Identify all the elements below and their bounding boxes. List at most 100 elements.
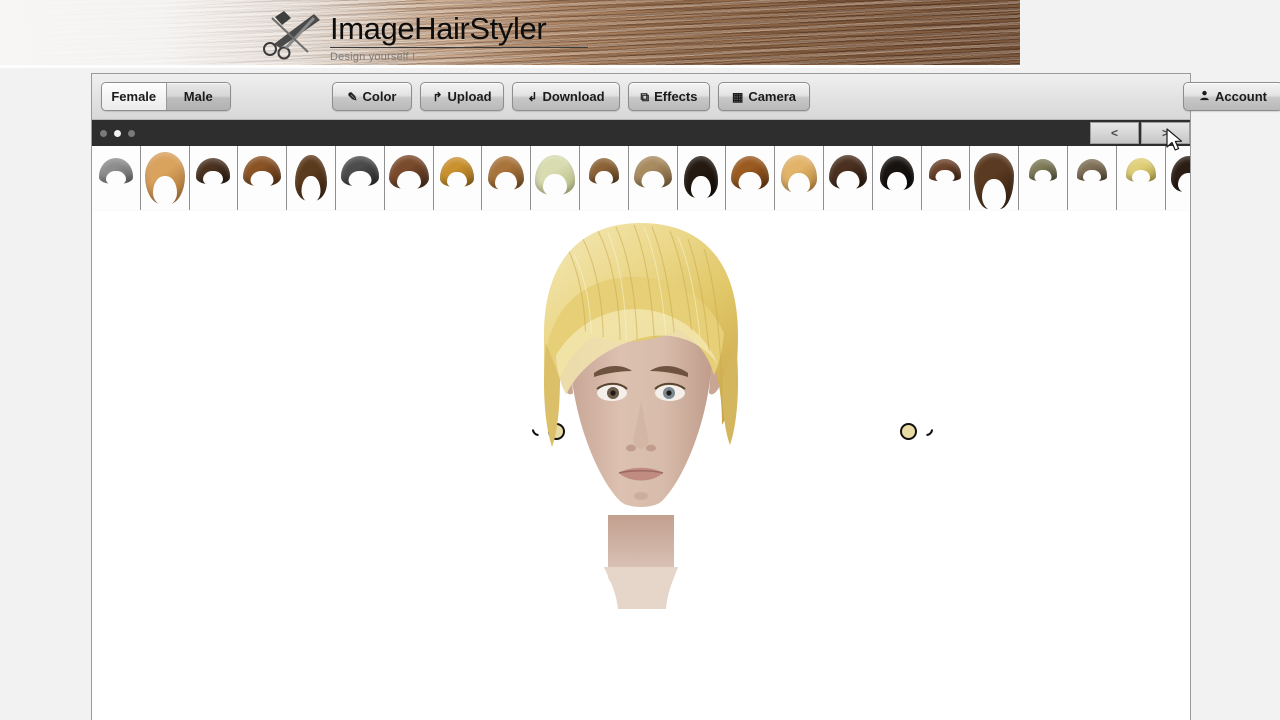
page-dot-3[interactable] xyxy=(128,129,135,137)
hairstyle-icon xyxy=(488,156,525,192)
hairstyle-face-cutout xyxy=(1082,170,1101,183)
hairstyle-icon xyxy=(295,155,328,203)
hairstyle-thumbnail[interactable] xyxy=(1164,146,1190,210)
hairstyle-icon xyxy=(588,158,619,186)
hairstyle-face-cutout xyxy=(788,173,811,195)
app-window: Female Male ✎ Color ↱ Upload ↲ Download … xyxy=(91,73,1280,720)
rotate-handle-top-right[interactable] xyxy=(917,420,936,439)
hairstyle-face-cutout xyxy=(495,172,518,192)
hairstyle-thumbnail[interactable] xyxy=(432,146,482,210)
page-root: ImageHairStyler Design yourself ! Female… xyxy=(0,0,1280,720)
title-underline xyxy=(330,47,588,48)
portrait-image[interactable] xyxy=(526,215,756,615)
account-button-label: Account xyxy=(1215,89,1267,104)
hairstyle-thumbnail[interactable] xyxy=(92,146,140,210)
hairstyle-thumbnail[interactable] xyxy=(725,146,775,210)
hairstyle-face-cutout xyxy=(1178,173,1190,194)
hairstyle-icon xyxy=(535,155,576,197)
hairstyle-thumbnail[interactable] xyxy=(383,146,433,210)
hairstyle-icon xyxy=(1076,159,1107,183)
color-button[interactable]: ✎ Color xyxy=(332,82,412,111)
hairstyle-thumbnail[interactable] xyxy=(530,146,579,210)
resize-handle-top-right[interactable] xyxy=(900,423,917,440)
hairstyle-thumbnail[interactable] xyxy=(871,146,921,210)
hairstyle-face-cutout xyxy=(594,171,613,186)
account-button[interactable]: Account xyxy=(1183,82,1280,111)
hairstyle-thumbnail[interactable] xyxy=(822,146,872,210)
color-button-label: Color xyxy=(362,89,397,104)
download-arrow-icon: ↲ xyxy=(527,89,538,104)
chevron-right-icon[interactable]: > xyxy=(1141,122,1190,144)
hairstyle-icon xyxy=(879,156,914,192)
pencil-icon: ✎ xyxy=(347,89,358,104)
hairstyle-thumbnail[interactable] xyxy=(627,146,677,210)
hairstyle-thumbnail[interactable] xyxy=(1115,146,1165,210)
hairstyle-thumbnail[interactable] xyxy=(237,146,287,210)
person-icon xyxy=(1199,90,1210,103)
navigation-bar: < > xyxy=(92,120,1190,146)
hairstyle-thumbnail[interactable] xyxy=(188,146,238,210)
hairstyle-icon xyxy=(633,156,672,190)
upload-button[interactable]: ↱ Upload xyxy=(420,82,504,111)
hairstyle-thumbnail[interactable] xyxy=(774,146,823,210)
hairstyle-icon xyxy=(1171,156,1190,194)
app-tagline: Design yourself ! xyxy=(330,51,416,63)
effects-button-label: Effects xyxy=(654,89,698,104)
hairstyle-thumbnail[interactable] xyxy=(1018,146,1067,210)
gender-toggle[interactable]: Female Male xyxy=(101,82,231,111)
hairstyle-icon xyxy=(731,156,770,192)
page-indicator-dots xyxy=(100,120,135,146)
hairstyle-icon xyxy=(243,156,282,188)
hairstyle-icon xyxy=(929,159,962,183)
hairstyle-face-cutout xyxy=(105,171,126,186)
page-dot-1[interactable] xyxy=(100,129,107,137)
effects-button[interactable]: ⧉ Effects xyxy=(628,82,710,111)
hairstyle-thumbnail[interactable] xyxy=(334,146,384,210)
hairstyle-icon xyxy=(828,155,867,191)
hairstyle-face-cutout xyxy=(1034,170,1052,183)
gender-option-female[interactable]: Female xyxy=(102,83,166,110)
hairstyle-icon xyxy=(340,156,379,188)
page-dot-2[interactable] xyxy=(114,129,121,137)
hairstyle-thumbnail[interactable] xyxy=(969,146,1019,210)
chevron-left-icon[interactable]: < xyxy=(1090,122,1139,144)
hairstyle-thumbnail[interactable] xyxy=(920,146,970,210)
hairstyle-face-cutout xyxy=(691,176,712,200)
hairstyle-thumbnail[interactable] xyxy=(578,146,628,210)
hairstyle-face-cutout xyxy=(836,171,860,191)
hairstyle-face-cutout xyxy=(935,170,955,183)
hairstyle-face-cutout xyxy=(203,171,224,186)
film-grid-icon: ▦ xyxy=(731,89,744,104)
hairstyle-thumbnail[interactable] xyxy=(1066,146,1116,210)
download-button[interactable]: ↲ Download xyxy=(512,82,620,111)
hairstyle-icon xyxy=(1125,158,1156,184)
banner-bottom-edge xyxy=(0,65,1020,68)
editor-canvas[interactable] xyxy=(92,211,1190,720)
hairstyle-face-cutout xyxy=(447,172,468,189)
hairstyle-face-cutout xyxy=(348,171,372,188)
layers-icon: ⧉ xyxy=(640,89,650,104)
scissors-icon xyxy=(258,8,328,60)
hairstyle-face-cutout xyxy=(738,172,762,192)
title-block: ImageHairStyler Design yourself ! xyxy=(330,12,750,63)
hairstyle-thumbnail[interactable] xyxy=(481,146,531,210)
hairstyle-icon xyxy=(440,157,475,189)
app-title: ImageHairStyler xyxy=(330,11,547,46)
hairstyle-face-cutout xyxy=(982,179,1007,210)
hairstyle-thumbnail[interactable] xyxy=(286,146,335,210)
hairstyle-face-cutout xyxy=(152,176,177,206)
hairstyle-face-cutout xyxy=(886,172,907,192)
upload-button-label: Upload xyxy=(447,89,492,104)
gender-option-male[interactable]: Male xyxy=(165,83,230,110)
hairstyle-icon xyxy=(98,158,133,186)
hairstyle-face-cutout xyxy=(250,171,274,188)
hairstyle-icon xyxy=(974,153,1015,210)
hairstyle-icon xyxy=(684,156,719,200)
hairstyle-face-cutout xyxy=(396,171,421,191)
hairstyle-thumbnail-strip[interactable] xyxy=(92,146,1190,211)
hairstyle-thumbnail[interactable] xyxy=(139,146,189,210)
download-button-label: Download xyxy=(542,89,605,104)
upload-arrow-icon: ↱ xyxy=(432,89,443,104)
hairstyle-thumbnail[interactable] xyxy=(676,146,726,210)
camera-button[interactable]: ▦ Camera xyxy=(718,82,810,111)
